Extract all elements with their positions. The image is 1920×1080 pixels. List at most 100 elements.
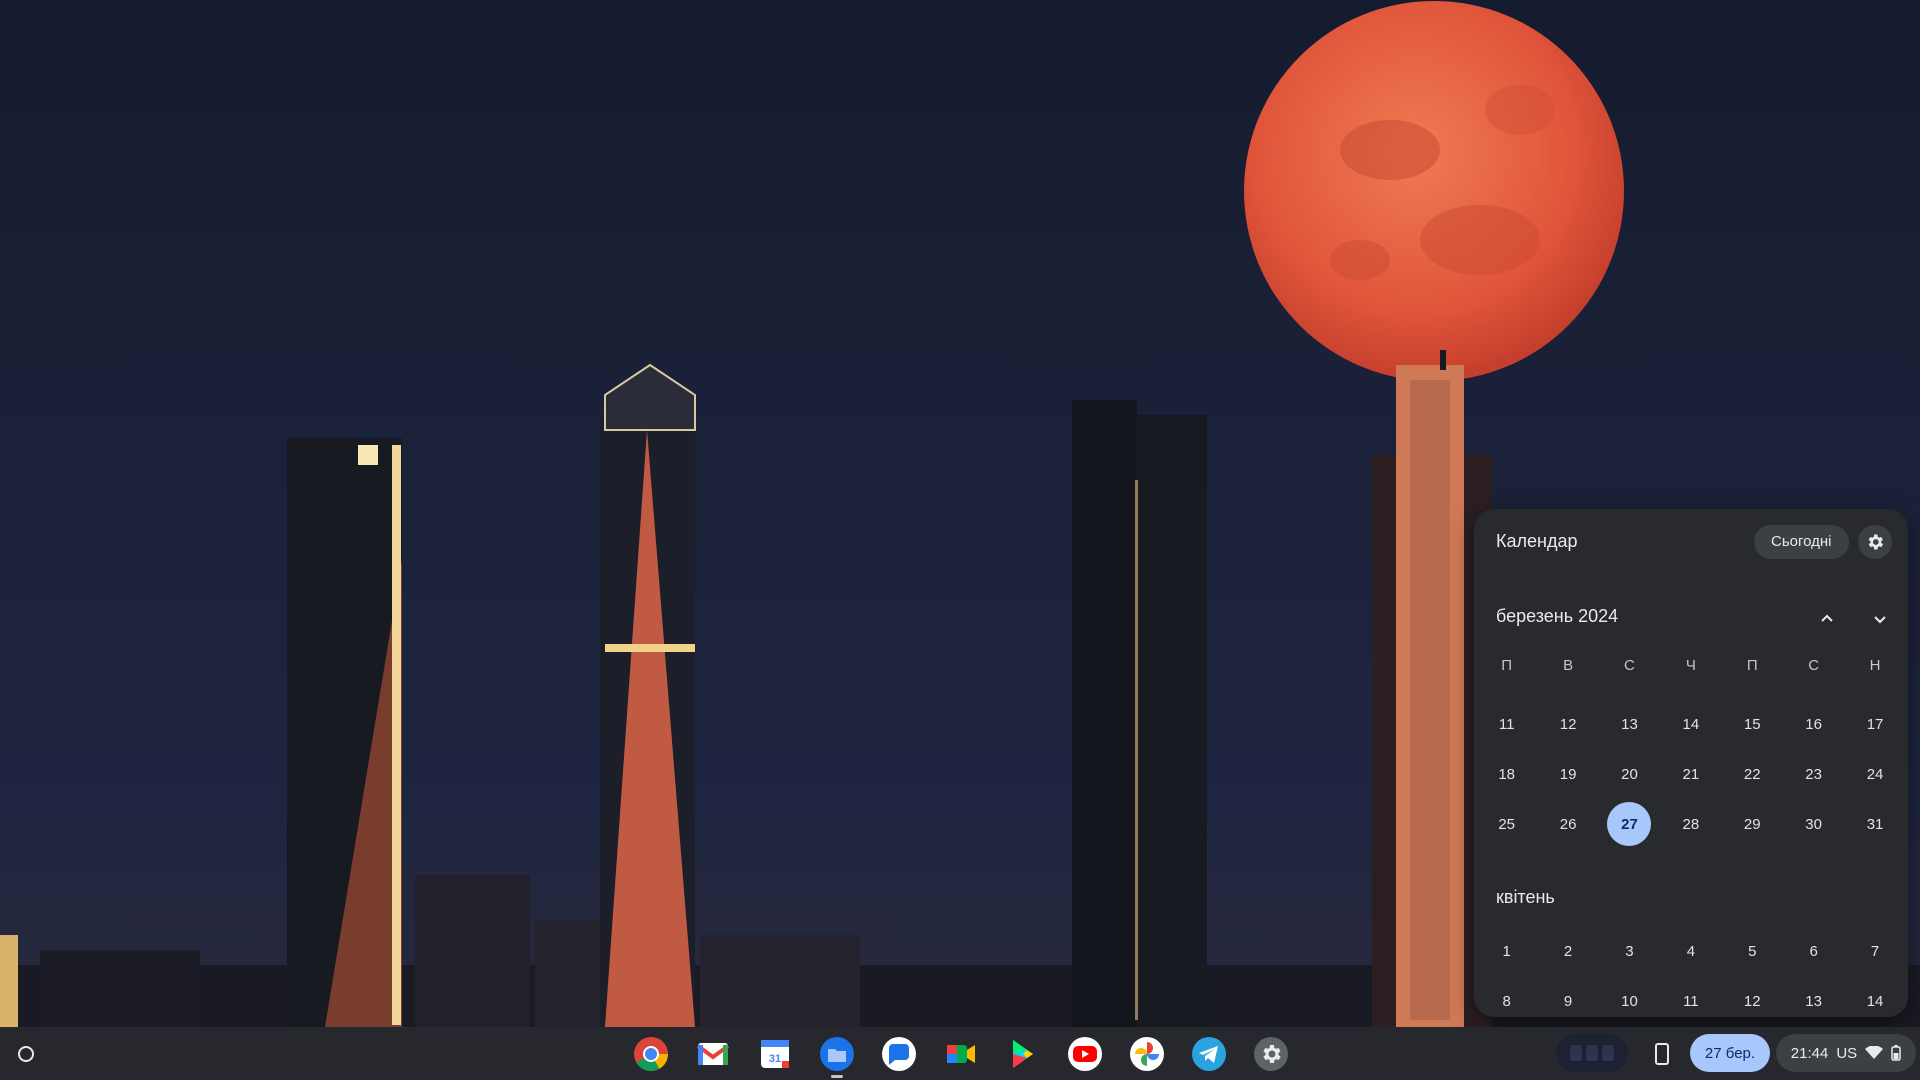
youtube-app[interactable] [1060, 1032, 1110, 1076]
day-cell[interactable]: 9 [1537, 979, 1598, 1017]
day-cell[interactable]: 29 [1722, 802, 1783, 846]
previous-month-button[interactable] [1813, 605, 1841, 633]
today-day-cell[interactable]: 27 [1599, 802, 1660, 846]
date-tray-button[interactable]: 27 бер. [1690, 1034, 1770, 1072]
youtube-icon [1068, 1037, 1102, 1071]
chrome-icon [634, 1037, 668, 1071]
march-grid: 11 12 13 14 15 16 17 18 19 20 21 22 23 2… [1476, 699, 1906, 849]
calendar-popup: Календар Сьогодні березень 2024 П В С Ч … [1474, 509, 1908, 1017]
day-cell[interactable]: 13 [1599, 702, 1660, 746]
telegram-app[interactable] [1184, 1032, 1234, 1076]
day-cell[interactable]: 21 [1660, 752, 1721, 796]
status-area-button[interactable]: 21:44 US [1776, 1034, 1916, 1072]
next-month-label: квітень [1496, 887, 1555, 907]
week-row: 25 26 27 28 29 30 31 [1476, 799, 1906, 849]
calendar-icon-text: 31 [769, 1053, 781, 1065]
day-cell[interactable]: 11 [1476, 702, 1537, 746]
day-cell[interactable]: 14 [1660, 702, 1721, 746]
day-cell[interactable]: 20 [1599, 752, 1660, 796]
day-cell[interactable]: 30 [1783, 802, 1844, 846]
messages-icon [882, 1037, 916, 1071]
april-grid: 1 2 3 4 5 6 7 8 9 10 11 12 13 14 [1476, 926, 1906, 1017]
day-cell[interactable]: 12 [1722, 979, 1783, 1017]
next-month-button[interactable] [1866, 605, 1894, 633]
settings-app[interactable] [1246, 1032, 1296, 1076]
current-month-label: березень 2024 [1496, 606, 1619, 626]
desks-icon [1570, 1045, 1614, 1061]
day-cell[interactable]: 19 [1537, 752, 1598, 796]
day-cell[interactable]: 28 [1660, 802, 1721, 846]
desk-preview-button[interactable] [1556, 1034, 1628, 1072]
day-cell[interactable]: 6 [1783, 929, 1844, 973]
day-cell[interactable]: 17 [1844, 702, 1905, 746]
day-cell[interactable]: 4 [1660, 929, 1721, 973]
chevron-down-icon [1874, 616, 1886, 624]
day-cell[interactable]: 26 [1537, 802, 1598, 846]
day-cell[interactable]: 25 [1476, 802, 1537, 846]
day-cell[interactable]: 7 [1844, 929, 1905, 973]
messages-app[interactable] [874, 1032, 924, 1076]
day-cell[interactable]: 10 [1599, 979, 1660, 1017]
day-cell[interactable]: 14 [1844, 979, 1905, 1017]
weekday-label: Н [1869, 657, 1881, 674]
gmail-icon [696, 1043, 730, 1065]
calendar-icon: 31 [761, 1040, 789, 1068]
weekday-label: С [1624, 657, 1635, 674]
calendar-settings-button[interactable] [1858, 525, 1892, 559]
day-cell[interactable]: 18 [1476, 752, 1537, 796]
photos-app[interactable] [1122, 1032, 1172, 1076]
gmail-app[interactable] [688, 1032, 738, 1076]
day-cell[interactable]: 1 [1476, 929, 1537, 973]
phone-icon [1655, 1043, 1669, 1065]
gear-icon [1868, 534, 1883, 550]
day-cell[interactable]: 12 [1537, 702, 1598, 746]
tower-4 [1137, 415, 1207, 1027]
weekday-label: П [1746, 657, 1758, 674]
tower-3 [1072, 400, 1137, 1027]
day-cell[interactable]: 2 [1537, 929, 1598, 973]
pinned-apps: 31 [626, 1032, 1296, 1078]
day-cell[interactable]: 15 [1722, 702, 1783, 746]
weekday-label: С [1808, 657, 1820, 674]
chrome-app[interactable] [626, 1032, 676, 1076]
day-cell[interactable]: 31 [1844, 802, 1905, 846]
calendar-title: Календар [1496, 531, 1578, 551]
day-cell[interactable]: 23 [1783, 752, 1844, 796]
battery-icon [1891, 1045, 1901, 1061]
photos-icon [1130, 1037, 1164, 1071]
week-row: 11 12 13 14 15 16 17 [1476, 699, 1906, 749]
day-cell[interactable]: 3 [1599, 929, 1660, 973]
day-cell[interactable]: 5 [1722, 929, 1783, 973]
day-cell[interactable]: 16 [1783, 702, 1844, 746]
weekday-header: П В С Ч П С Н [1476, 657, 1906, 674]
weekday-label: П [1501, 657, 1513, 674]
calendar-app[interactable]: 31 [750, 1032, 800, 1076]
week-row: 18 19 20 21 22 23 24 [1476, 749, 1906, 799]
running-indicator [831, 1075, 843, 1078]
folder-icon [820, 1037, 854, 1071]
gear-icon [1254, 1037, 1288, 1071]
week-row: 8 9 10 11 12 13 14 [1476, 976, 1906, 1017]
play-store-app[interactable] [998, 1032, 1048, 1076]
telegram-icon [1192, 1037, 1226, 1071]
meet-app[interactable] [936, 1032, 986, 1076]
chevron-up-icon [1821, 614, 1833, 622]
moon [1244, 1, 1624, 381]
shelf: 31 27 бер. 21:44 US [0, 1027, 1920, 1080]
day-cell[interactable]: 8 [1476, 979, 1537, 1017]
play-store-icon [1013, 1040, 1033, 1068]
input-method-label: US [1836, 1044, 1858, 1062]
phone-hub-button[interactable] [1644, 1036, 1680, 1072]
time-label: 21:44 [1790, 1044, 1829, 1062]
day-cell[interactable]: 22 [1722, 752, 1783, 796]
wifi-icon [1865, 1046, 1884, 1059]
weekday-label: Ч [1685, 657, 1696, 674]
files-app[interactable] [812, 1032, 862, 1078]
launcher-circle-icon [18, 1046, 34, 1062]
week-row: 1 2 3 4 5 6 7 [1476, 926, 1906, 976]
day-cell[interactable]: 13 [1783, 979, 1844, 1017]
day-cell[interactable]: 11 [1660, 979, 1721, 1017]
day-cell[interactable]: 24 [1844, 752, 1905, 796]
today-button[interactable]: Сьогодні [1754, 525, 1849, 559]
launcher-button[interactable] [8, 1036, 44, 1072]
